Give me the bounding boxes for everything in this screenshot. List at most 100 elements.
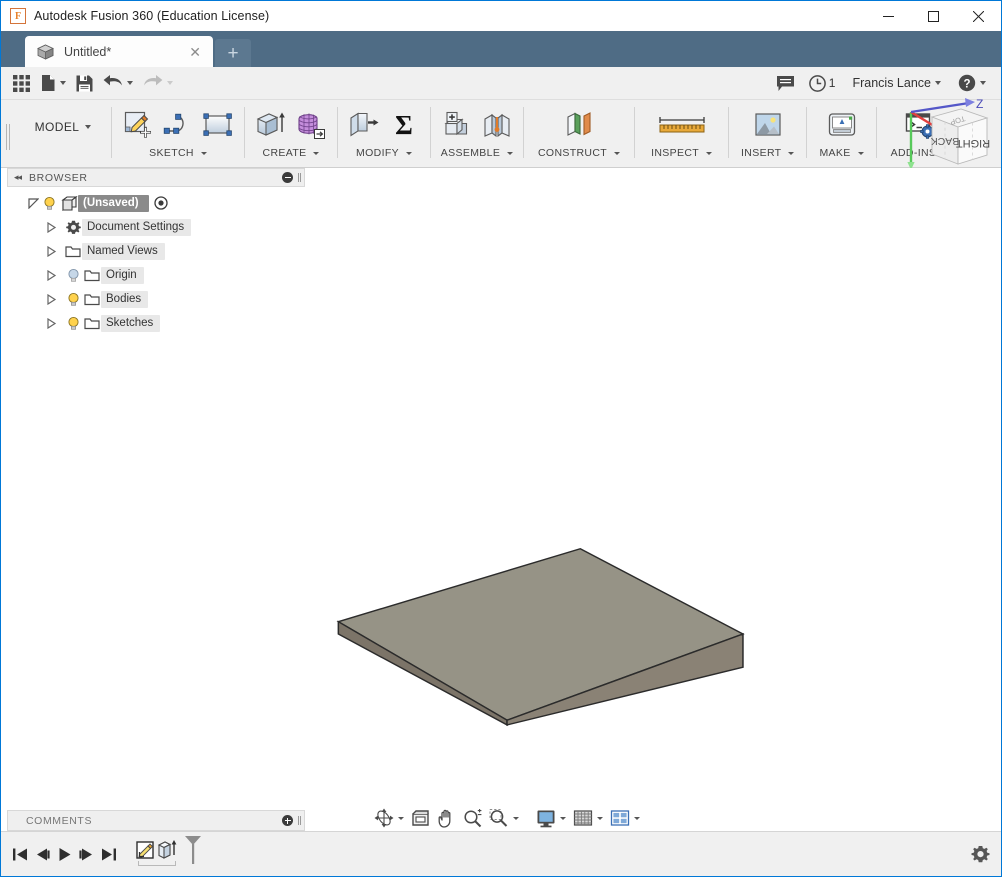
pan-button[interactable] bbox=[434, 806, 459, 830]
visibility-bulb-icon[interactable] bbox=[41, 196, 58, 211]
ribbon-panel-label-construct[interactable]: CONSTRUCT bbox=[538, 145, 621, 161]
new-component-button[interactable] bbox=[438, 105, 476, 145]
tree-item-bodies[interactable]: Bodies bbox=[7, 287, 305, 311]
chevron-down-icon[interactable] bbox=[788, 151, 795, 155]
chevron-down-icon[interactable] bbox=[935, 81, 941, 85]
collapsed-arrow-icon[interactable] bbox=[43, 293, 59, 305]
notifications-button[interactable]: 1 bbox=[804, 70, 841, 97]
measure-button[interactable] bbox=[656, 105, 708, 145]
help-button[interactable]: ? bbox=[953, 70, 991, 97]
go-to-end-button[interactable] bbox=[97, 841, 119, 867]
save-button[interactable] bbox=[71, 70, 98, 97]
plus-circle-icon[interactable] bbox=[282, 815, 293, 826]
chevron-down-icon[interactable] bbox=[597, 816, 603, 820]
maximize-button[interactable] bbox=[911, 1, 956, 31]
visibility-bulb-icon[interactable] bbox=[65, 292, 82, 307]
minus-circle-icon[interactable] bbox=[282, 172, 293, 183]
chevron-down-icon[interactable] bbox=[560, 816, 566, 820]
tree-item-document-settings[interactable]: Document Settings bbox=[7, 215, 305, 239]
comments-button[interactable] bbox=[771, 70, 800, 97]
close-icon[interactable]: ✕ bbox=[185, 45, 205, 59]
undo-button[interactable] bbox=[98, 70, 138, 97]
visibility-bulb-icon[interactable] bbox=[65, 268, 82, 283]
new-file-button[interactable] bbox=[36, 70, 71, 97]
panel-resize-grip[interactable] bbox=[297, 173, 301, 182]
ribbon-panel-label-sketch[interactable]: SKETCH bbox=[149, 145, 207, 161]
expanded-arrow-icon[interactable] bbox=[25, 197, 41, 209]
ribbon-panel-assemble: ASSEMBLE bbox=[431, 100, 523, 167]
tree-item-sketches[interactable]: Sketches bbox=[7, 311, 305, 335]
redo-button[interactable] bbox=[138, 70, 178, 97]
collapsed-arrow-icon[interactable] bbox=[43, 269, 59, 281]
chevron-down-icon[interactable] bbox=[398, 816, 404, 820]
display-settings-button[interactable] bbox=[533, 806, 569, 830]
ribbon-panel-label-assemble[interactable]: ASSEMBLE bbox=[441, 145, 514, 161]
new-tab-button[interactable]: + bbox=[215, 39, 251, 67]
chevron-down-icon[interactable] bbox=[614, 151, 621, 155]
tree-item-unsaved[interactable]: (Unsaved) bbox=[7, 191, 305, 215]
ribbon-panel-label-insert[interactable]: INSERT bbox=[741, 145, 795, 161]
grid-snaps-button[interactable] bbox=[570, 806, 606, 830]
create-sketch-button[interactable] bbox=[119, 105, 157, 145]
offset-plane-button[interactable] bbox=[560, 105, 598, 145]
chevron-down-icon[interactable] bbox=[507, 151, 514, 155]
viewport[interactable]: ◂◂ BROWSER (Unsaved) Document Settings N… bbox=[1, 168, 1001, 831]
3d-print-button[interactable] bbox=[823, 105, 861, 145]
collapsed-arrow-icon[interactable] bbox=[43, 245, 59, 257]
ribbon-panel-label-make[interactable]: MAKE bbox=[819, 145, 864, 161]
panel-resize-grip[interactable] bbox=[297, 816, 301, 825]
step-forward-button[interactable] bbox=[75, 841, 97, 867]
extrude-icon bbox=[256, 112, 285, 136]
chevron-down-icon[interactable] bbox=[85, 124, 92, 129]
view-cube[interactable]: Z X BACK RIGHT TOP bbox=[899, 96, 995, 172]
chevron-down-icon[interactable] bbox=[313, 151, 320, 155]
look-at-button[interactable] bbox=[408, 806, 433, 830]
collapse-panel-icon[interactable]: ◂◂ bbox=[14, 172, 22, 183]
timeline-end-marker[interactable] bbox=[182, 836, 204, 864]
visibility-bulb-icon[interactable] bbox=[65, 316, 82, 331]
joint-button[interactable] bbox=[478, 105, 516, 145]
document-tab[interactable]: Untitled* ✕ bbox=[25, 36, 213, 67]
tree-item-named-views[interactable]: Named Views bbox=[7, 239, 305, 263]
chevron-down-icon[interactable] bbox=[60, 81, 66, 85]
play-button[interactable] bbox=[53, 841, 75, 867]
orbit-button[interactable] bbox=[371, 806, 407, 830]
timeline-feature-extrude[interactable] bbox=[157, 838, 179, 862]
workspace-switcher[interactable]: MODEL bbox=[15, 100, 111, 167]
chevron-down-icon[interactable] bbox=[200, 151, 207, 155]
rectangle-button[interactable] bbox=[199, 105, 237, 145]
zoom-button[interactable] bbox=[460, 806, 485, 830]
chevron-down-icon[interactable] bbox=[127, 81, 133, 85]
app-grid-button[interactable] bbox=[7, 70, 36, 97]
press-pull-button[interactable] bbox=[345, 105, 383, 145]
collapsed-arrow-icon[interactable] bbox=[43, 221, 59, 233]
ribbon-panel-label-inspect[interactable]: INSPECT bbox=[651, 145, 713, 161]
collapsed-arrow-icon[interactable] bbox=[43, 317, 59, 329]
timeline-feature-sketch[interactable] bbox=[135, 838, 157, 862]
insert-button[interactable] bbox=[749, 105, 787, 145]
fit-button[interactable] bbox=[486, 806, 522, 830]
chevron-down-icon[interactable] bbox=[706, 151, 713, 155]
change-parameters-button[interactable]: Σ bbox=[385, 105, 423, 145]
chevron-down-icon[interactable] bbox=[634, 816, 640, 820]
chevron-down-icon[interactable] bbox=[857, 151, 864, 155]
user-account-button[interactable]: Francis Lance bbox=[844, 70, 949, 97]
step-back-button[interactable] bbox=[31, 841, 53, 867]
chevron-down-icon[interactable] bbox=[980, 81, 986, 85]
close-button[interactable] bbox=[956, 1, 1001, 31]
timeline-settings-button[interactable] bbox=[967, 841, 993, 867]
tree-item-origin[interactable]: Origin bbox=[7, 263, 305, 287]
create-form-button[interactable] bbox=[292, 105, 330, 145]
viewports-button[interactable] bbox=[607, 806, 643, 830]
go-to-beginning-button[interactable] bbox=[9, 841, 31, 867]
extrude-button[interactable] bbox=[252, 105, 290, 145]
chevron-down-icon[interactable] bbox=[405, 151, 412, 155]
chevron-down-icon[interactable] bbox=[513, 816, 519, 820]
ribbon-panel-label-create[interactable]: CREATE bbox=[263, 145, 320, 161]
chevron-down-icon[interactable] bbox=[167, 81, 173, 85]
line-button[interactable] bbox=[159, 105, 197, 145]
activate-component-icon[interactable] bbox=[152, 196, 170, 210]
minimize-button[interactable] bbox=[866, 1, 911, 31]
comments-panel[interactable]: COMMENTS bbox=[7, 810, 305, 831]
ribbon-panel-label-modify[interactable]: MODIFY bbox=[356, 145, 412, 161]
